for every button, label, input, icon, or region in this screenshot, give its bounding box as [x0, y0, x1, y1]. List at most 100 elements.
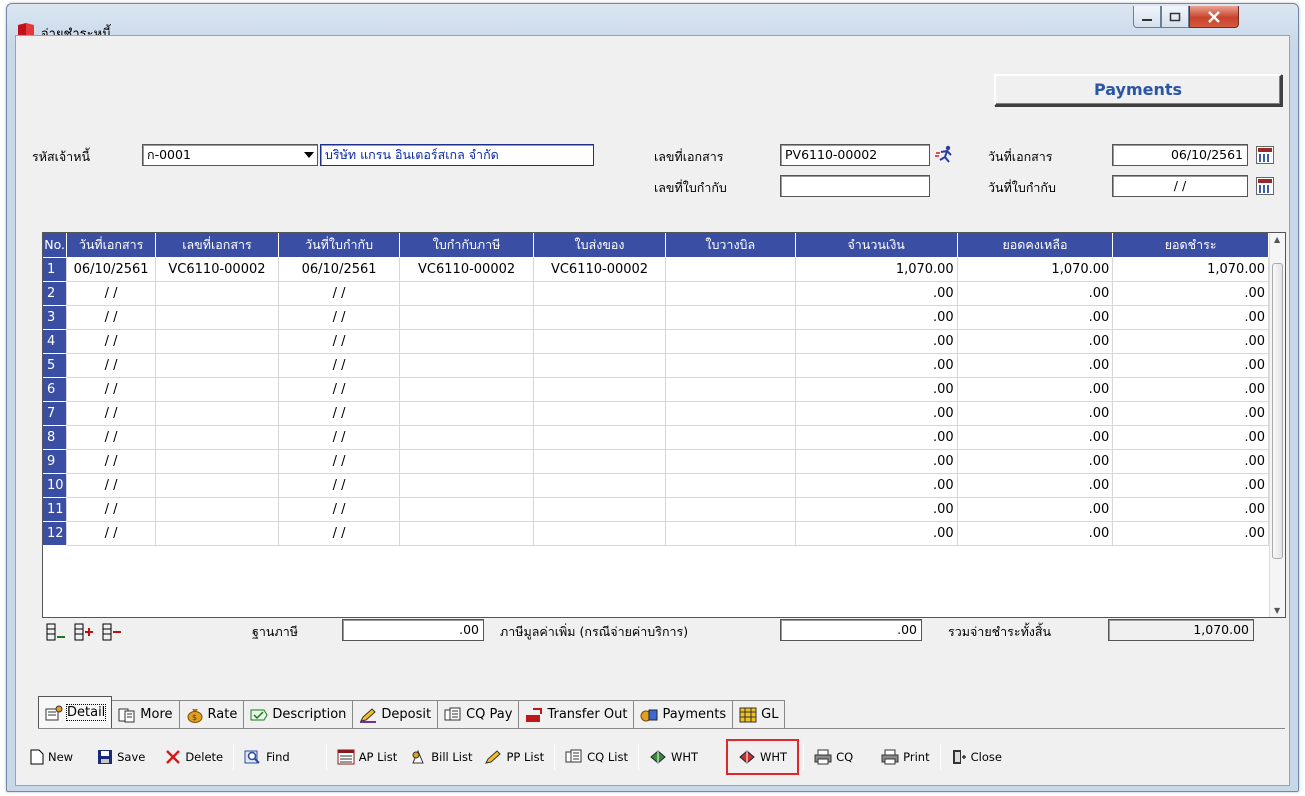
tab-cq-pay[interactable]: CQ Pay	[437, 700, 520, 728]
tax-invoice-cell[interactable]	[399, 329, 535, 354]
doc-date-cell[interactable]: 06/10/2561	[66, 257, 156, 282]
tab-gl[interactable]: GL	[732, 700, 786, 728]
delivery-note-cell[interactable]	[533, 521, 666, 546]
billing-note-cell[interactable]	[665, 281, 796, 306]
table-row[interactable]: 7/ / / / .00.00.00	[43, 401, 1269, 426]
amount-cell[interactable]: .00	[795, 305, 958, 330]
tax-invoice-cell[interactable]	[399, 473, 535, 498]
doc-no-cell[interactable]	[155, 521, 280, 546]
doc-date-cell[interactable]: / /	[66, 305, 156, 330]
payment-cell[interactable]: .00	[1112, 281, 1269, 306]
tax-inv-date-cell[interactable]: / /	[278, 377, 401, 402]
billing-note-cell[interactable]	[665, 305, 796, 330]
tax-invoice-cell[interactable]	[399, 377, 535, 402]
row-number[interactable]: 8	[43, 425, 68, 450]
new-button[interactable]: New	[24, 742, 79, 772]
doc-date-field[interactable]: 06/10/2561	[1112, 144, 1248, 166]
delivery-note-cell[interactable]	[533, 377, 666, 402]
delivery-note-cell[interactable]	[533, 449, 666, 474]
payment-detail-grid[interactable]: No. วันที่เอกสาร เลขที่เอกสาร วันที่ใบกำ…	[42, 232, 1286, 618]
balance-cell[interactable]: 1,070.00	[957, 257, 1114, 282]
find-button[interactable]: Find	[238, 742, 296, 772]
amount-cell[interactable]: .00	[795, 425, 958, 450]
balance-cell[interactable]: .00	[957, 281, 1114, 306]
row-number[interactable]: 6	[43, 377, 68, 402]
tax-inv-date-cell[interactable]: / /	[278, 305, 401, 330]
amount-cell[interactable]: .00	[795, 353, 958, 378]
billing-note-cell[interactable]	[665, 497, 796, 522]
doc-date-cell[interactable]: / /	[66, 353, 156, 378]
payment-cell[interactable]: .00	[1112, 449, 1269, 474]
close-window-button[interactable]	[1189, 6, 1239, 28]
doc-no-cell[interactable]	[155, 425, 280, 450]
doc-no-field[interactable]: PV6110-00002	[780, 144, 930, 166]
doc-date-cell[interactable]: / /	[66, 401, 156, 426]
scroll-down-icon[interactable]: ▼	[1274, 606, 1280, 615]
table-row[interactable]: 1 06/10/2561 VC6110-00002 06/10/2561 VC6110-…	[43, 257, 1269, 282]
balance-cell[interactable]: .00	[957, 449, 1114, 474]
payment-cell[interactable]: .00	[1112, 377, 1269, 402]
row-number[interactable]: 2	[43, 281, 68, 306]
amount-cell[interactable]: .00	[795, 377, 958, 402]
billing-note-cell[interactable]	[665, 473, 796, 498]
balance-cell[interactable]: .00	[957, 401, 1114, 426]
tax-inv-date-cell[interactable]: / /	[278, 473, 401, 498]
payment-cell[interactable]: .00	[1112, 473, 1269, 498]
billing-note-cell[interactable]	[665, 449, 796, 474]
amount-cell[interactable]: .00	[795, 449, 958, 474]
row-number[interactable]: 1	[43, 257, 68, 282]
table-row[interactable]: 11/ / / / .00.00.00	[43, 497, 1269, 522]
cq-button[interactable]: CQ	[808, 742, 859, 772]
col-header-balance[interactable]: ยอดคงเหลือ	[957, 233, 1114, 258]
delivery-note-cell[interactable]	[533, 329, 666, 354]
table-row[interactable]: 3/ / / / .00.00.00	[43, 305, 1269, 330]
tab-description[interactable]: Description	[243, 700, 354, 728]
balance-cell[interactable]: .00	[957, 497, 1114, 522]
row-number[interactable]: 11	[43, 497, 68, 522]
tab-deposit[interactable]: Deposit	[352, 700, 439, 728]
table-row[interactable]: 12/ / / / .00.00.00	[43, 521, 1269, 546]
row-number[interactable]: 12	[43, 521, 68, 546]
row-number[interactable]: 7	[43, 401, 68, 426]
doc-date-cell[interactable]: / /	[66, 377, 156, 402]
payment-cell[interactable]: .00	[1112, 353, 1269, 378]
doc-date-cell[interactable]: / /	[66, 425, 156, 450]
payment-cell[interactable]: .00	[1112, 305, 1269, 330]
close-button[interactable]: Close	[945, 742, 1008, 772]
amount-cell[interactable]: .00	[795, 497, 958, 522]
billing-note-cell[interactable]	[665, 377, 796, 402]
doc-no-cell[interactable]	[155, 281, 280, 306]
col-header-doc-no[interactable]: เลขที่เอกสาร	[155, 233, 280, 258]
delivery-note-cell[interactable]	[533, 281, 666, 306]
delivery-note-cell[interactable]	[533, 353, 666, 378]
tax-invoice-cell[interactable]	[399, 353, 535, 378]
tab-transfer-out[interactable]: Transfer Out	[518, 700, 635, 728]
tax-inv-date-cell[interactable]: / /	[278, 401, 401, 426]
delivery-note-cell[interactable]	[533, 401, 666, 426]
vat-field[interactable]: .00	[780, 619, 922, 641]
tax-inv-date-cell[interactable]: 06/10/2561	[278, 257, 401, 282]
billing-note-cell[interactable]	[665, 425, 796, 450]
amount-cell[interactable]: .00	[795, 401, 958, 426]
tax-invoice-cell[interactable]	[399, 425, 535, 450]
tab-more[interactable]: More	[111, 700, 180, 728]
wht-button[interactable]: WHT	[726, 739, 800, 775]
save-button[interactable]: Save	[91, 742, 151, 772]
billing-note-cell[interactable]	[665, 257, 796, 282]
tax-inv-date-cell[interactable]: / /	[278, 521, 401, 546]
col-header-tax-invoice[interactable]: ใบกำกับภาษี	[399, 233, 535, 258]
billing-note-cell[interactable]	[665, 401, 796, 426]
table-row[interactable]: 9/ / / / .00.00.00	[43, 449, 1269, 474]
doc-no-cell[interactable]	[155, 401, 280, 426]
row-number[interactable]: 10	[43, 473, 68, 498]
wht-list-button[interactable]: WHT	[643, 742, 704, 772]
doc-date-cell[interactable]: / /	[66, 329, 156, 354]
tax-invoice-cell[interactable]: VC6110-00002	[399, 257, 535, 282]
balance-cell[interactable]: .00	[957, 473, 1114, 498]
amount-cell[interactable]: .00	[795, 521, 958, 546]
delivery-note-cell[interactable]: VC6110-00002	[533, 257, 666, 282]
tax-inv-date-cell[interactable]: / /	[278, 281, 401, 306]
print-button[interactable]: Print	[875, 742, 935, 772]
payment-cell[interactable]: .00	[1112, 401, 1269, 426]
doc-date-cell[interactable]: / /	[66, 497, 156, 522]
